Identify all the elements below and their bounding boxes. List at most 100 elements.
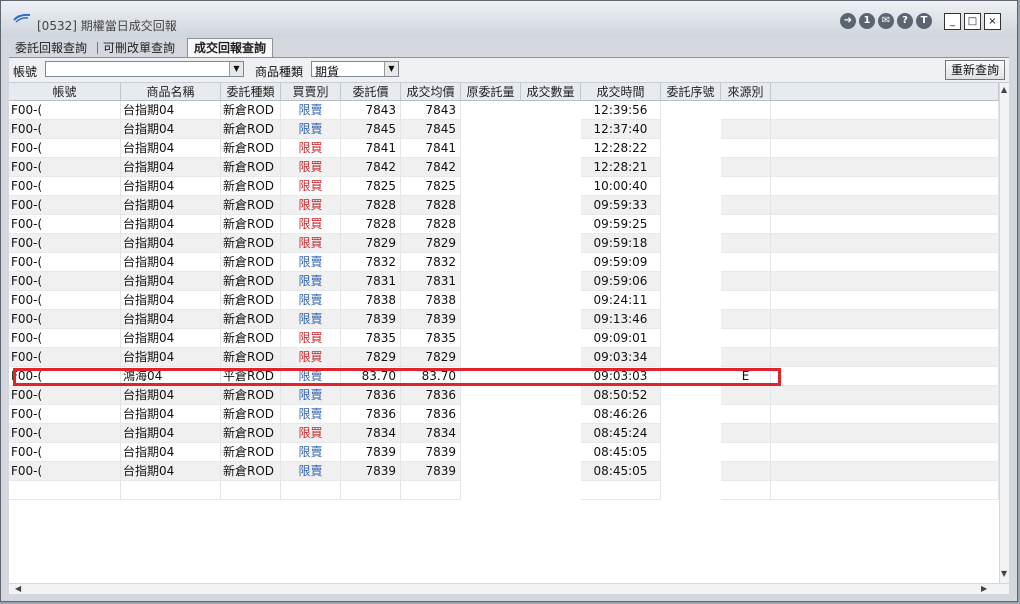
table-row[interactable]: F00-(台指期04 新倉ROD 限買 7828 7828 09:59:25 [9, 215, 1009, 234]
table-row[interactable] [9, 481, 1009, 500]
cell-account: F00-( [9, 234, 121, 253]
cell-side: 限賣 [281, 367, 341, 386]
help-icon[interactable]: ? [897, 13, 913, 29]
tab-bar: 委託回報查詢 可刪改單查詢 成交回報查詢 [9, 38, 1009, 58]
cell-order-type: 新倉ROD [221, 272, 281, 291]
table-row[interactable]: F00-(台指期04 新倉ROD 限賣 7836 7836 08:46:26 [9, 405, 1009, 424]
tab-order-report[interactable]: 委託回報查詢 [9, 40, 93, 56]
cell-source: E [721, 367, 771, 386]
cell-account: F00-( [9, 405, 121, 424]
cell-avg-price: 7836 [401, 386, 461, 405]
mail-icon[interactable]: ✉ [878, 13, 894, 29]
cell-source [721, 215, 771, 234]
table-row[interactable]: F00-(台指期04 新倉ROD 限買 7825 7825 10:00:40 [9, 177, 1009, 196]
maximize-button[interactable]: □ [964, 13, 981, 30]
col-header-source[interactable]: 來源別 [721, 83, 771, 101]
tab-fill-report[interactable]: 成交回報查詢 [187, 38, 274, 57]
cell-source [721, 101, 771, 120]
col-header-avg-price[interactable]: 成交均價 [401, 83, 461, 101]
horizontal-scrollbar[interactable]: ◀ ▶ [9, 583, 1009, 594]
cell-orig-qty [461, 101, 521, 120]
cell-order-seq [661, 291, 721, 310]
cell-order-type: 新倉ROD [221, 215, 281, 234]
chevron-down-icon[interactable]: ▼ [229, 62, 243, 76]
cell-avg-price: 7829 [401, 348, 461, 367]
table-row[interactable]: F00-(台指期04 新倉ROD 限買 7835 7835 09:09:01 [9, 329, 1009, 348]
cell-fill-time: 12:28:21 [581, 158, 661, 177]
cell-product: 台指期04 [121, 158, 221, 177]
cell-orig-qty [461, 310, 521, 329]
cell-account: F00-( [9, 158, 121, 177]
col-header-fill-time[interactable]: 成交時間 [581, 83, 661, 101]
cell-fill-time: 08:46:26 [581, 405, 661, 424]
cell-product: 台指期04 [121, 120, 221, 139]
cell-price: 7825 [341, 177, 401, 196]
cell-order-type: 新倉ROD [221, 329, 281, 348]
info-one-icon[interactable]: 1 [859, 13, 875, 29]
cell-account: F00-( [9, 424, 121, 443]
col-header-orig-qty[interactable]: 原委託量 [461, 83, 521, 101]
cell-order-type: 新倉ROD [221, 462, 281, 481]
vertical-scrollbar[interactable]: ▲ ▼ [999, 83, 1009, 583]
cell-product: 鴻海04 [121, 367, 221, 386]
cell-side: 限賣 [281, 405, 341, 424]
col-header-product[interactable]: 商品名稱 [121, 83, 221, 101]
table-row[interactable]: F00-(台指期04 新倉ROD 限賣 7836 7836 08:50:52 [9, 386, 1009, 405]
t-icon[interactable]: T [916, 13, 932, 29]
exit-arrow-icon[interactable]: ➜ [840, 13, 856, 29]
account-dropdown[interactable]: ▼ [45, 61, 244, 77]
tab-modifiable-orders[interactable]: 可刪改單查詢 [97, 40, 181, 56]
cell-source [721, 405, 771, 424]
cell-order-type: 新倉ROD [221, 196, 281, 215]
col-header-order-seq[interactable]: 委託序號 [661, 83, 721, 101]
close-button[interactable]: × [984, 13, 1001, 30]
cell-fill-time: 09:09:01 [581, 329, 661, 348]
scroll-right-icon[interactable]: ▶ [981, 584, 987, 593]
col-header-account[interactable]: 帳號 [9, 83, 121, 101]
cell-product: 台指期04 [121, 405, 221, 424]
table-row[interactable]: F00-(台指期04 新倉ROD 限賣 7839 7839 09:13:46 [9, 310, 1009, 329]
chevron-down-icon[interactable]: ▼ [384, 62, 398, 76]
table-row[interactable]: F00-(台指期04 新倉ROD 限買 7829 7829 09:03:34 [9, 348, 1009, 367]
cell-side: 限賣 [281, 253, 341, 272]
account-label: 帳號 [13, 65, 38, 79]
cell-order-seq [661, 272, 721, 291]
cell-product: 台指期04 [121, 177, 221, 196]
cell-fill-time: 08:45:05 [581, 443, 661, 462]
cell-order-seq [661, 253, 721, 272]
product-type-value: 期貨 [315, 65, 340, 79]
col-header-price[interactable]: 委託價 [341, 83, 401, 101]
table-row[interactable]: F00-(台指期04 新倉ROD 限賣 7838 7838 09:24:11 [9, 291, 1009, 310]
cell-blank [771, 367, 999, 386]
col-header-order-type[interactable]: 委託種類 [221, 83, 281, 101]
table-row[interactable]: F00-(台指期04 新倉ROD 限賣 7843 7843 12:39:56 [9, 101, 1009, 120]
product-type-dropdown[interactable]: 期貨 ▼ [311, 61, 399, 79]
minimize-button[interactable]: _ [944, 13, 961, 30]
scroll-down-icon[interactable]: ▼ [1001, 569, 1007, 578]
table-row[interactable]: F00-(台指期04 新倉ROD 限買 7842 7842 12:28:21 [9, 158, 1009, 177]
cell-orig-qty [461, 177, 521, 196]
table-row[interactable]: F00-(台指期04 新倉ROD 限賣 7839 7839 08:45:05 [9, 443, 1009, 462]
table-row[interactable]: F00-(台指期04 新倉ROD 限買 7841 7841 12:28:22 [9, 139, 1009, 158]
table-row[interactable]: F00-(台指期04 新倉ROD 限賣 7839 7839 08:45:05 [9, 462, 1009, 481]
cell-account: F00-( [9, 215, 121, 234]
table-row[interactable]: F00-(台指期04 新倉ROD 限賣 7845 7845 12:37:40 [9, 120, 1009, 139]
col-header-fill-qty[interactable]: 成交數量 [521, 83, 581, 101]
table-row[interactable]: F00-(台指期04 新倉ROD 限賣 7832 7832 09:59:09 [9, 253, 1009, 272]
table-row[interactable]: F00-(台指期04 新倉ROD 限買 7828 7828 09:59:33 [9, 196, 1009, 215]
cell-order-type: 新倉ROD [221, 424, 281, 443]
scroll-up-icon[interactable]: ▲ [1001, 85, 1007, 94]
table-row[interactable]: F00-(鴻海04 平倉ROD 限賣 83.70 83.70 09:03:03 E [9, 367, 1009, 386]
cell-price: 7842 [341, 158, 401, 177]
cell-product: 台指期04 [121, 424, 221, 443]
table-row[interactable]: F00-(台指期04 新倉ROD 限賣 7831 7831 09:59:06 [9, 272, 1009, 291]
cell-order-type: 新倉ROD [221, 139, 281, 158]
cell-source [721, 253, 771, 272]
table-row[interactable]: F00-(台指期04 新倉ROD 限買 7829 7829 09:59:18 [9, 234, 1009, 253]
cell-side: 限買 [281, 329, 341, 348]
col-header-side[interactable]: 買賣別 [281, 83, 341, 101]
refresh-query-button[interactable]: 重新查詢 [945, 60, 1005, 80]
table-row[interactable]: F00-(台指期04 新倉ROD 限買 7834 7834 08:45:24 [9, 424, 1009, 443]
scroll-left-icon[interactable]: ◀ [15, 584, 21, 593]
cell-price: 7828 [341, 215, 401, 234]
